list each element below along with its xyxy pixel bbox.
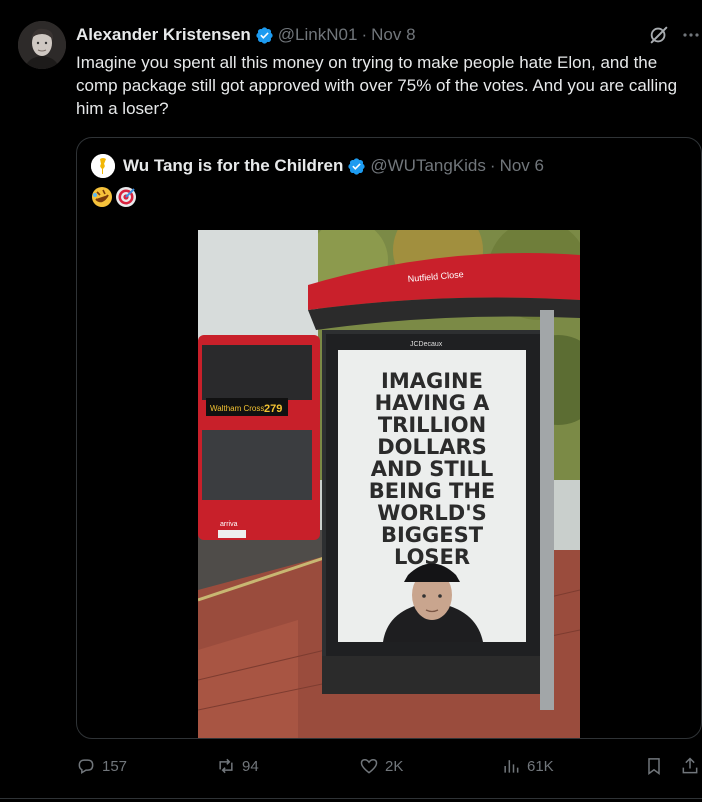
quoted-author-handle[interactable]: @WUTangKids bbox=[370, 156, 486, 176]
reply-icon bbox=[78, 759, 94, 774]
poster-line: AND STILL bbox=[371, 457, 494, 481]
heart-icon bbox=[360, 758, 378, 774]
direct-hit-emoji-icon bbox=[116, 187, 136, 207]
quoted-author-display-name[interactable]: Wu Tang is for the Children bbox=[123, 156, 343, 176]
like-count: 2K bbox=[385, 757, 404, 775]
view-count: 61K bbox=[527, 757, 554, 775]
poster-line: BIGGEST bbox=[381, 523, 484, 547]
divider bbox=[0, 798, 702, 799]
repost-icon bbox=[219, 758, 233, 774]
poster-line: IMAGINE bbox=[381, 369, 483, 393]
bookmark-icon bbox=[648, 758, 660, 775]
repost-count: 94 bbox=[242, 757, 259, 775]
views-button[interactable]: 61K bbox=[501, 753, 554, 779]
bus-destination-sign: Waltham Cross bbox=[210, 404, 264, 413]
bus-operator-logo: arriva bbox=[220, 521, 238, 528]
like-button[interactable]: 2K bbox=[359, 753, 403, 779]
bus-route-number: 279 bbox=[264, 403, 282, 415]
poster-line: BEING THE bbox=[369, 479, 496, 503]
bookmark-button[interactable] bbox=[644, 753, 664, 779]
quoted-author-avatar[interactable] bbox=[91, 154, 115, 178]
poster-line: DOLLARS bbox=[377, 435, 487, 459]
separator-dot: · bbox=[489, 156, 496, 175]
tweet-date[interactable]: Nov 8 bbox=[371, 25, 415, 45]
analytics-icon bbox=[504, 760, 519, 773]
quoted-tweet-photo[interactable]: Waltham Cross 279 arriva Nutfield Close … bbox=[198, 230, 580, 738]
poster-line: HAVING A bbox=[375, 391, 491, 415]
more-options-icon[interactable] bbox=[680, 25, 702, 45]
repost-button[interactable]: 94 bbox=[216, 753, 259, 779]
share-icon bbox=[682, 757, 698, 774]
verified-badge-icon bbox=[348, 157, 365, 175]
poster-line: WORLD'S bbox=[377, 501, 487, 525]
author-display-name[interactable]: Alexander Kristensen bbox=[76, 25, 251, 45]
ad-brand: JCDecaux bbox=[410, 341, 443, 348]
poster-line: TRILLION bbox=[378, 413, 486, 437]
quoted-tweet-header: Wu Tang is for the Children @WUTangKids … bbox=[91, 154, 544, 178]
tweet-text: Imagine you spent all this money on tryi… bbox=[76, 53, 678, 118]
author-handle[interactable]: @LinkN01 bbox=[278, 25, 358, 45]
quoted-tweet-date[interactable]: Nov 6 bbox=[500, 156, 544, 176]
rolling-on-floor-laughing-emoji-icon bbox=[92, 187, 112, 207]
tweet-actions-bar: 157 94 2K 61K bbox=[76, 753, 702, 779]
quoted-tweet-text bbox=[91, 186, 137, 210]
tweet-header: Alexander Kristensen @LinkN01 · Nov 8 bbox=[76, 24, 416, 46]
verified-badge-icon bbox=[256, 26, 273, 44]
reply-count: 157 bbox=[102, 757, 128, 775]
quoted-tweet-card[interactable]: Wu Tang is for the Children @WUTangKids … bbox=[76, 137, 702, 739]
tweet[interactable]: Alexander Kristensen @LinkN01 · Nov 8 Im… bbox=[0, 0, 702, 802]
grok-icon[interactable] bbox=[648, 24, 670, 46]
author-avatar[interactable] bbox=[18, 21, 66, 69]
reply-button[interactable]: 157 bbox=[76, 753, 127, 779]
separator-dot: · bbox=[361, 25, 368, 44]
share-button[interactable] bbox=[680, 753, 700, 779]
